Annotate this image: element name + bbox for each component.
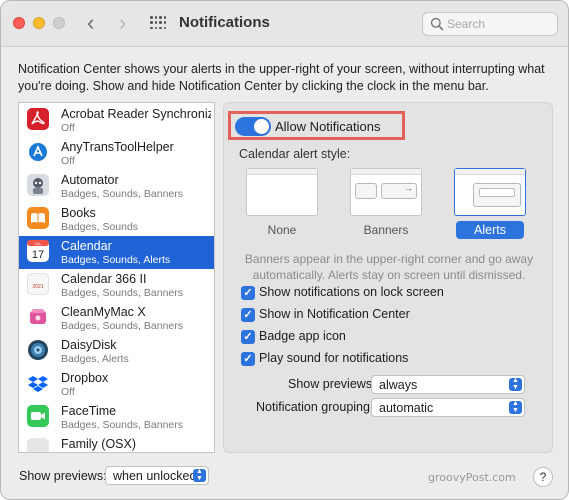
alert-style-banners-preview[interactable]: → xyxy=(350,168,422,216)
app-name: Calendar 366 II xyxy=(61,272,147,286)
select-value: when unlocked xyxy=(113,469,197,483)
acrobat-icon xyxy=(27,108,49,130)
notification-grouping-select[interactable]: automatic ▲ ▼ xyxy=(371,398,525,417)
checkbox-label: Show notifications on lock screen xyxy=(259,285,444,299)
select-stepper-icon: ▲ ▼ xyxy=(509,400,522,414)
list-item-cleanmymac[interactable]: CleanMyMac X Badges, Sounds, Banners xyxy=(19,302,214,335)
list-item-facetime[interactable]: FaceTime Badges, Sounds, Banners xyxy=(19,401,214,434)
app-name: Dropbox xyxy=(61,371,109,385)
app-name: Calendar xyxy=(61,239,112,253)
chevron-right-icon[interactable]: › xyxy=(119,12,126,34)
calendar-366-icon-year: 2021 xyxy=(32,284,43,290)
show-previews-label: Show previews xyxy=(288,377,373,391)
window-title: Notifications xyxy=(179,14,270,31)
help-button[interactable]: ? xyxy=(533,467,553,487)
app-notification-summary: Badges, Sounds, Alerts xyxy=(61,254,171,266)
list-item-anytrans[interactable]: AnyTransToolHelper Off xyxy=(19,137,214,170)
app-name: DaisyDisk xyxy=(61,338,117,352)
allow-notifications-toggle[interactable] xyxy=(235,117,271,136)
app-notification-summary: Badges, Sounds, Banners xyxy=(61,287,184,299)
select-stepper-icon: ▲ ▼ xyxy=(509,377,522,391)
app-name: Automator xyxy=(61,173,119,187)
system-preferences-window: ‹ › Notifications Notification Center sh… xyxy=(0,0,569,500)
checkbox-label: Play sound for notifications xyxy=(259,351,409,365)
alert-style-label: Calendar alert style: xyxy=(239,147,351,161)
alert-style-alerts-preview[interactable] xyxy=(454,168,526,216)
alert-style-none-label[interactable]: None xyxy=(246,223,318,237)
calendar-icon-day: 17 xyxy=(32,249,44,261)
search-icon xyxy=(430,17,444,31)
notification-grouping-label: Notification grouping xyxy=(256,400,370,414)
alert-style-help-text: Banners appear in the upper-right corner… xyxy=(244,252,534,282)
select-value: always xyxy=(379,378,418,392)
list-item-automator[interactable]: Automator Badges, Sounds, Banners xyxy=(19,170,214,203)
app-notification-summary: Off xyxy=(61,122,75,134)
app-notification-summary: Off xyxy=(61,386,75,398)
cleanmymac-icon xyxy=(27,306,49,328)
calendar-icon-month: JUL xyxy=(34,241,42,246)
dropbox-icon xyxy=(27,372,49,394)
anytrans-icon xyxy=(27,141,49,163)
list-item-books[interactable]: Books Badges, Sounds xyxy=(19,203,214,236)
alert-style-none-preview[interactable] xyxy=(246,168,318,216)
checkbox-play-sound[interactable]: ✓ xyxy=(241,352,255,366)
list-item-family[interactable]: Family (OSX) xyxy=(19,434,214,452)
app-name: AnyTransToolHelper xyxy=(61,140,174,154)
search-field[interactable] xyxy=(422,12,558,36)
show-previews-select[interactable]: always ▲ ▼ xyxy=(371,375,525,394)
app-name: CleanMyMac X xyxy=(61,305,146,319)
list-item-calendar[interactable]: JUL 17 Calendar Badges, Sounds, Alerts xyxy=(19,236,214,269)
description-text: Notification Center shows your alerts in… xyxy=(18,62,545,93)
show-all-grid-icon[interactable] xyxy=(150,16,166,30)
title-bar: ‹ › Notifications xyxy=(1,1,568,47)
arrow-right-icon: → xyxy=(404,183,413,193)
app-name: Acrobat Reader Synchroniz… xyxy=(61,107,211,121)
app-notification-summary: Badges, Alerts xyxy=(61,353,129,365)
checkbox-lock-screen[interactable]: ✓ xyxy=(241,286,255,300)
zoom-window-button[interactable] xyxy=(53,17,65,29)
search-input[interactable] xyxy=(447,16,552,32)
footer-show-previews-select[interactable]: when unlocked ▲ ▼ xyxy=(105,466,209,485)
app-notification-summary: Badges, Sounds, Banners xyxy=(61,419,184,431)
app-notification-summary: Badges, Sounds, Banners xyxy=(61,188,184,200)
calendar-icon: JUL 17 xyxy=(27,240,49,262)
family-icon xyxy=(27,438,49,452)
app-notification-summary: Badges, Sounds xyxy=(61,221,139,233)
books-icon xyxy=(27,207,49,229)
list-item-daisydisk[interactable]: DaisyDisk Badges, Alerts xyxy=(19,335,214,368)
app-name: FaceTime xyxy=(61,404,117,418)
app-name: Books xyxy=(61,206,96,220)
select-value: automatic xyxy=(379,401,434,415)
alert-style-banners-label[interactable]: Banners xyxy=(350,223,422,237)
watermark-text: groovyPost.com xyxy=(428,471,516,484)
app-list[interactable]: Acrobat Reader Synchroniz… Off AnyTransT… xyxy=(18,102,215,453)
checkbox-label: Badge app icon xyxy=(259,329,346,343)
checkbox-notification-center[interactable]: ✓ xyxy=(241,308,255,322)
checkbox-label: Show in Notification Center xyxy=(259,307,410,321)
close-window-button[interactable] xyxy=(13,17,25,29)
checkbox-badge-app-icon[interactable]: ✓ xyxy=(241,330,255,344)
calendar-366-icon: 2021 xyxy=(27,273,49,295)
select-stepper-icon: ▲ ▼ xyxy=(193,468,206,482)
app-notification-summary: Badges, Sounds, Banners xyxy=(61,320,184,332)
daisydisk-icon xyxy=(27,339,49,361)
automator-icon xyxy=(27,174,49,196)
footer-show-previews-label: Show previews: xyxy=(19,469,107,483)
toggle-knob xyxy=(254,119,269,134)
chevron-left-icon[interactable]: ‹ xyxy=(87,12,94,34)
app-name: Family (OSX) xyxy=(61,437,136,451)
app-notification-summary: Off xyxy=(61,155,75,167)
list-item-calendar-366[interactable]: 2021 Calendar 366 II Badges, Sounds, Ban… xyxy=(19,269,214,302)
alert-style-alerts-label[interactable]: Alerts xyxy=(456,221,524,239)
list-item-acrobat[interactable]: Acrobat Reader Synchroniz… Off xyxy=(19,104,214,137)
facetime-icon xyxy=(27,405,49,427)
list-item-dropbox[interactable]: Dropbox Off xyxy=(19,368,214,401)
allow-notifications-label: Allow Notifications xyxy=(275,119,381,134)
minimize-window-button[interactable] xyxy=(33,17,45,29)
